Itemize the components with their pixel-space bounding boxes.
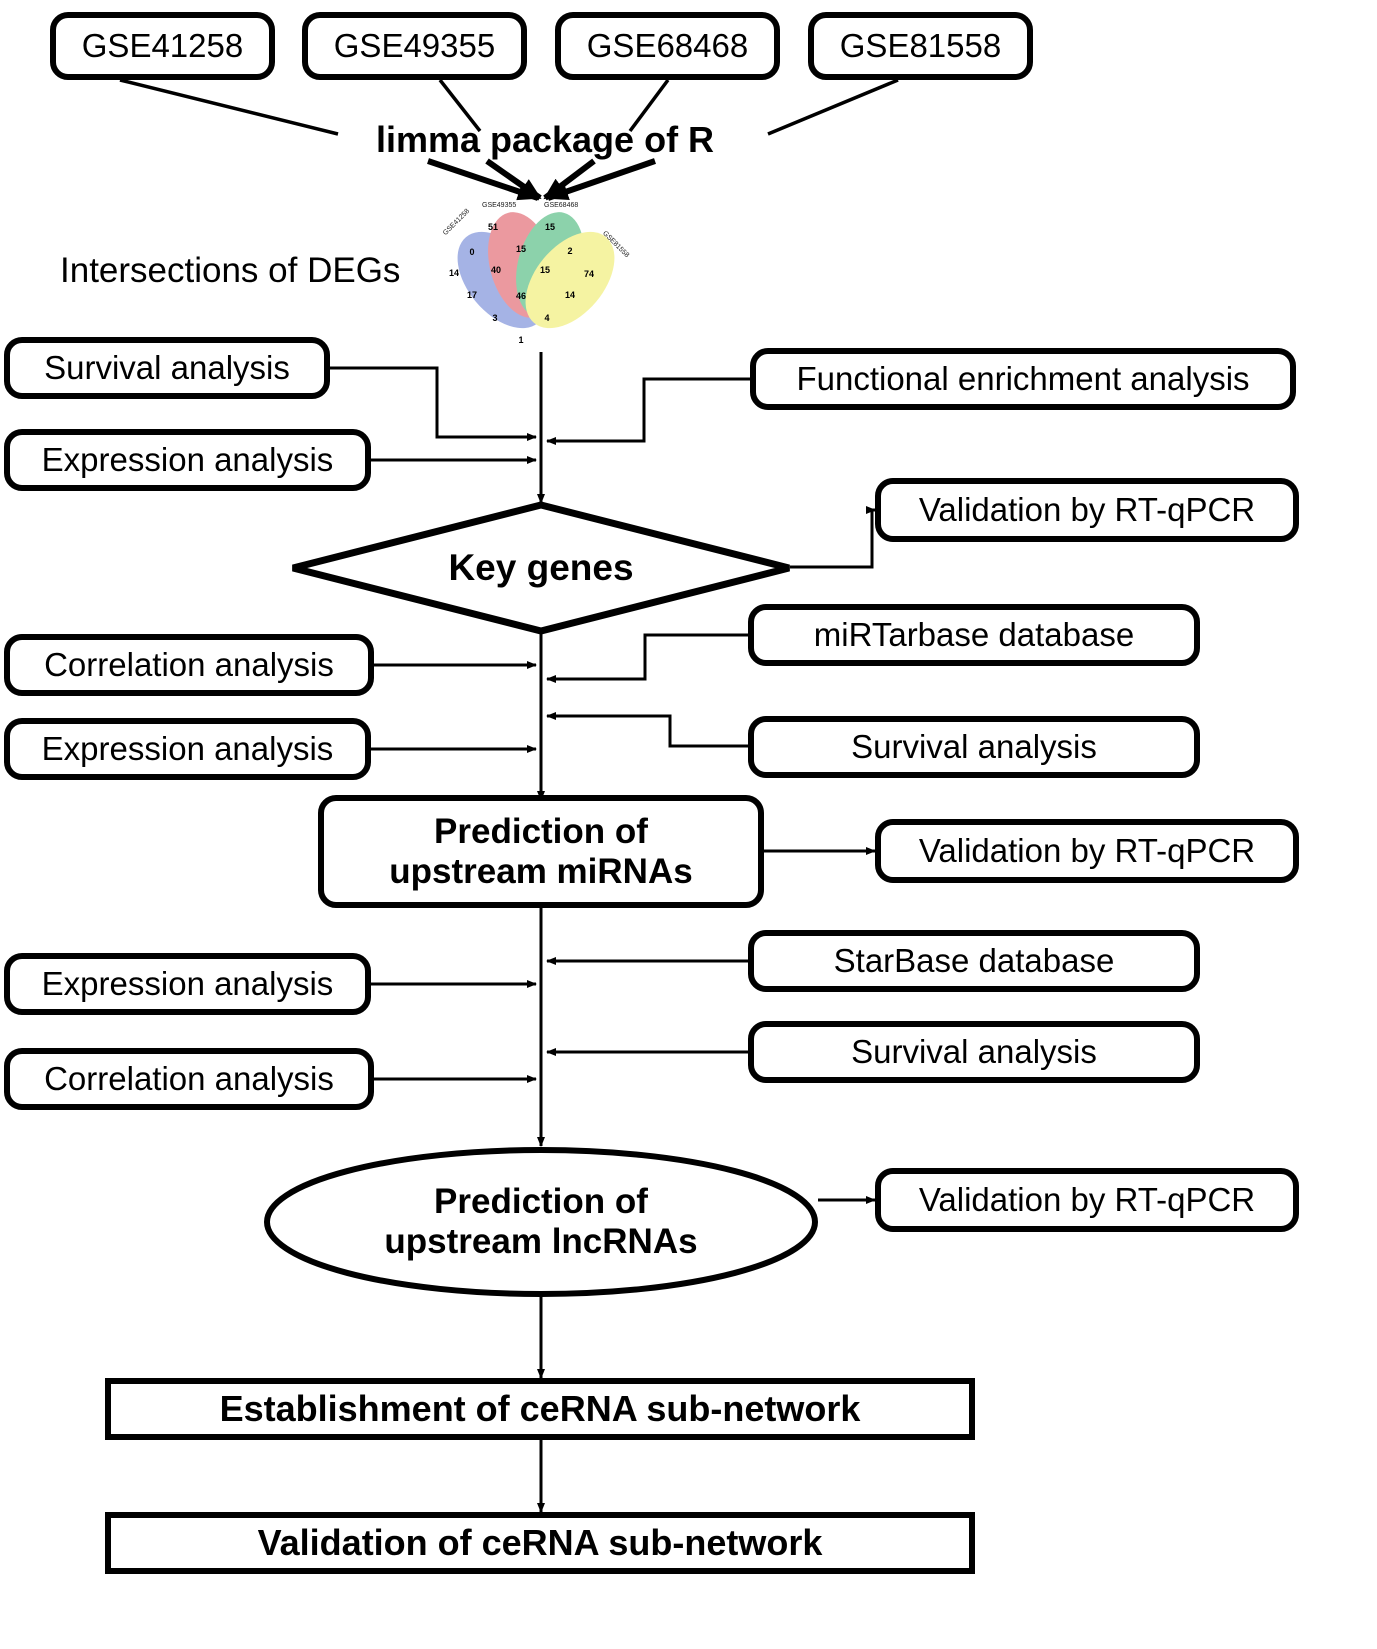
key-genes-label: Key genes <box>448 546 634 588</box>
venn-count: 17 <box>466 290 478 300</box>
right-box-validation-rt-qpcr-2[interactable]: Validation by RT-qPCR <box>875 819 1299 883</box>
venn-count: 51 <box>487 222 499 232</box>
venn-count: 15 <box>544 222 556 232</box>
venn-count: 15 <box>515 244 527 254</box>
venn-count: 74 <box>583 269 595 279</box>
left-box-expression-analysis-3[interactable]: Expression analysis <box>4 953 371 1015</box>
left-box-survival-analysis-1[interactable]: Survival analysis <box>4 337 330 399</box>
venn-count: 40 <box>490 265 502 275</box>
box-label: Correlation analysis <box>44 645 334 683</box>
right-box-starbase-database[interactable]: StarBase database <box>748 930 1200 992</box>
box-label: Correlation analysis <box>44 1059 334 1097</box>
venn-diagram: GSE49355 GSE68468 GSE41258 GSE81558 51 1… <box>440 200 640 360</box>
venn-count: 15 <box>539 265 551 275</box>
box-label: Expression analysis <box>41 729 334 767</box>
right-box-survival-analysis-2[interactable]: Survival analysis <box>748 716 1200 778</box>
box-label: Validation by RT-qPCR <box>918 490 1256 528</box>
venn-svg <box>457 212 615 329</box>
box-label: miRTarbase database <box>813 615 1135 653</box>
dataset-label: GSE81558 <box>839 26 1002 64</box>
prediction-mirnas-line1: Prediction of <box>434 812 648 852</box>
venn-count: 1 <box>518 335 524 345</box>
venn-count: 3 <box>492 313 498 323</box>
box-label: Expression analysis <box>41 440 334 478</box>
dataset-label: GSE41258 <box>81 26 244 64</box>
dataset-label: GSE49355 <box>333 26 496 64</box>
dataset-box-gse41258[interactable]: GSE41258 <box>50 12 275 80</box>
key-genes-diamond[interactable]: Key genes <box>288 500 794 636</box>
right-box-validation-rt-qpcr-1[interactable]: Validation by RT-qPCR <box>875 478 1299 542</box>
venn-count: 0 <box>469 247 475 257</box>
right-box-validation-rt-qpcr-3[interactable]: Validation by RT-qPCR <box>875 1168 1299 1232</box>
right-box-mirtarbase-database[interactable]: miRTarbase database <box>748 604 1200 666</box>
right-feeder-lines <box>546 377 750 1056</box>
venn-count: 2 <box>567 246 573 256</box>
box-label: Validation by RT-qPCR <box>918 1180 1256 1218</box>
dataset-label: GSE68468 <box>586 26 749 64</box>
flowchart-canvas: GSE41258 GSE49355 GSE68468 GSE81558 limm… <box>0 0 1377 1649</box>
venn-count: 4 <box>544 313 550 323</box>
prediction-lncrnas-line2: upstream lncRNAs <box>384 1222 698 1261</box>
left-box-correlation-analysis-1[interactable]: Correlation analysis <box>4 634 374 696</box>
venn-set-label-gse68468: GSE68468 <box>544 202 579 209</box>
validation-cerna-subnetwork-box[interactable]: Validation of ceRNA sub-network <box>105 1512 975 1574</box>
box-label: Survival analysis <box>851 727 1097 765</box>
prediction-upstream-lncrnas-ellipse[interactable]: Prediction of upstream lncRNAs <box>263 1146 819 1298</box>
intersections-of-degs-label: Intersections of DEGs <box>60 250 420 292</box>
dataset-box-gse49355[interactable]: GSE49355 <box>302 12 527 80</box>
box-label: Survival analysis <box>851 1032 1097 1070</box>
limma-to-venn-arrows <box>427 158 656 201</box>
venn-count: 14 <box>564 290 576 300</box>
prediction-upstream-mirnas-box[interactable]: Prediction of upstream miRNAs <box>318 795 764 908</box>
dataset-box-gse81558[interactable]: GSE81558 <box>808 12 1033 80</box>
box-label: Expression analysis <box>41 964 334 1002</box>
venn-count: 14 <box>448 268 460 278</box>
prediction-mirnas-line2: upstream miRNAs <box>389 851 693 891</box>
establishment-cerna-subnetwork-box[interactable]: Establishment of ceRNA sub-network <box>105 1378 975 1440</box>
venn-set-label-gse49355: GSE49355 <box>482 202 517 209</box>
limma-package-text: limma package of R <box>375 119 715 160</box>
left-box-expression-analysis-1[interactable]: Expression analysis <box>4 429 371 491</box>
intersections-text: Intersections of DEGs <box>60 251 401 290</box>
right-box-functional-enrichment-analysis[interactable]: Functional enrichment analysis <box>750 348 1296 410</box>
box-label: Validation of ceRNA sub-network <box>257 1521 823 1563</box>
prediction-mirnas-label: Prediction of upstream miRNAs <box>389 812 692 890</box>
left-box-correlation-analysis-2[interactable]: Correlation analysis <box>4 1048 374 1110</box>
left-box-expression-analysis-2[interactable]: Expression analysis <box>4 718 371 780</box>
right-box-survival-analysis-3[interactable]: Survival analysis <box>748 1021 1200 1083</box>
box-label: Validation by RT-qPCR <box>918 831 1256 869</box>
box-label: StarBase database <box>833 941 1115 979</box>
dataset-box-gse68468[interactable]: GSE68468 <box>555 12 780 80</box>
box-label: Survival analysis <box>44 348 290 386</box>
prediction-lncrnas-label: Prediction of upstream lncRNAs <box>263 1146 819 1298</box>
box-label: Functional enrichment analysis <box>796 359 1250 397</box>
venn-count: 46 <box>515 291 527 301</box>
box-label: Establishment of ceRNA sub-network <box>219 1387 861 1429</box>
limma-package-label: limma package of R <box>330 118 760 162</box>
prediction-lncrnas-line1: Prediction of <box>434 1181 648 1221</box>
